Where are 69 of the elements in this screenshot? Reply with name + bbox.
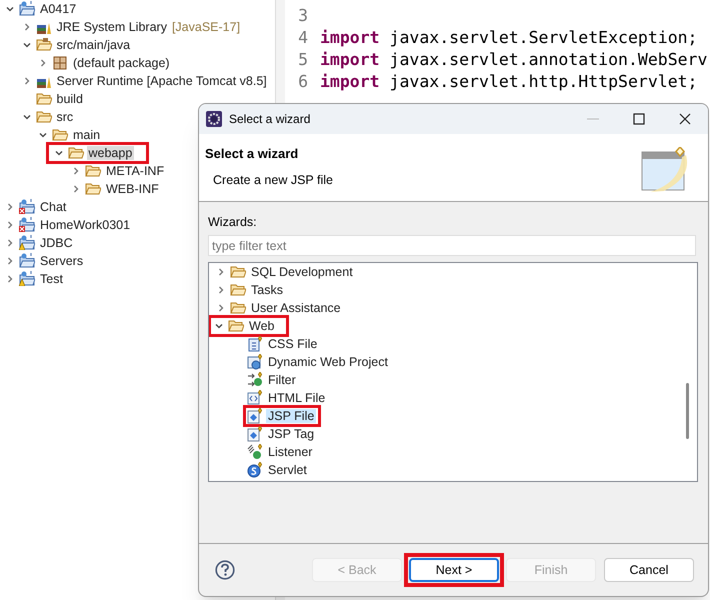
tree-item[interactable]: JDBC	[38, 236, 75, 250]
tree-item[interactable]: SQL Development	[249, 265, 355, 279]
listener-icon	[247, 444, 263, 460]
eclipse-icon	[206, 111, 222, 127]
close-icon[interactable]	[679, 113, 691, 125]
folder-icon	[230, 264, 246, 280]
code-line: import javax.servlet.annotation.WebServ	[319, 48, 708, 71]
tree-item[interactable]: Servers	[38, 254, 86, 268]
wizards-label: Wizards:	[208, 214, 258, 231]
scrollbar-thumb[interactable]	[686, 383, 689, 439]
line-number: 6	[297, 70, 309, 93]
html-file-icon	[247, 390, 263, 406]
filter-field[interactable]: type filter text	[208, 235, 696, 256]
source-folder-icon	[36, 37, 52, 53]
help-icon[interactable]	[215, 560, 235, 580]
tree-item[interactable]: Web	[247, 319, 276, 333]
tree-item[interactable]: main	[71, 128, 102, 142]
tree-item[interactable]: JSP Tag	[266, 427, 316, 441]
tree-item[interactable]: (default package)	[71, 56, 172, 70]
tree-item[interactable]: Filter	[266, 373, 298, 387]
dialog-button[interactable]: Cancel	[604, 558, 694, 582]
tree-item[interactable]: HomeWork0301	[38, 218, 132, 232]
tree-item[interactable]: CSS File	[266, 337, 320, 351]
tree-item[interactable]: META-INF	[104, 164, 166, 178]
dialog-button[interactable]: Next >	[409, 558, 499, 582]
tree-item[interactable]: HTML File	[266, 391, 328, 405]
tree-item[interactable]: src/main/java	[54, 38, 132, 52]
tree-item[interactable]: Test	[38, 272, 65, 286]
line-number: 5	[297, 48, 309, 71]
tree-item[interactable]: src	[54, 110, 76, 124]
header-description: Create a new JSP file	[212, 172, 333, 188]
filter-icon	[247, 372, 263, 388]
folder-icon	[228, 318, 244, 334]
line-number: 3	[297, 4, 309, 27]
code-line: import javax.servlet.ServletException;	[319, 26, 698, 49]
tree-item[interactable]: Server Runtime [Apache Tomcat v8.5]	[54, 74, 269, 88]
tree-item[interactable]: WEB-INF	[104, 182, 161, 196]
package-icon	[52, 55, 68, 71]
web-project-icon	[247, 354, 263, 370]
folder-icon	[36, 109, 52, 125]
dialog-title: Select a wizard	[229, 111, 310, 128]
tree-item-decoration: [JavaSE-17]	[172, 18, 240, 36]
maximize-icon[interactable]	[633, 113, 645, 125]
folder-icon	[36, 91, 52, 107]
folder-icon	[68, 145, 84, 161]
folder-icon	[230, 282, 246, 298]
jsp-file-icon	[247, 426, 263, 442]
servlet-icon	[247, 462, 263, 478]
tree-item[interactable]: User Assistance	[249, 301, 343, 315]
folder-icon	[85, 181, 101, 197]
tree-item[interactable]: A0417	[38, 2, 78, 16]
tree-item[interactable]: Dynamic Web Project	[266, 355, 390, 369]
tree-item[interactable]: Listener	[266, 445, 314, 459]
tree-item[interactable]: Tasks	[249, 283, 285, 297]
tree-item[interactable]: Servlet	[266, 463, 309, 477]
tree-item[interactable]: Chat	[38, 200, 68, 214]
tree-item[interactable]: JRE System Library	[54, 20, 169, 34]
header-title: Select a wizard	[205, 145, 300, 163]
css-file-icon	[247, 336, 263, 352]
jsp-file-icon	[247, 408, 263, 424]
tree-item[interactable]: JSP File	[266, 409, 316, 423]
tree-item[interactable]: build	[54, 92, 85, 106]
line-number: 4	[297, 26, 309, 49]
folder-icon	[85, 163, 101, 179]
tree-item[interactable]: webapp	[86, 146, 134, 160]
folder-icon	[230, 300, 246, 316]
minimize-icon	[587, 118, 599, 120]
code-line: import javax.servlet.http.HttpServlet;	[319, 70, 698, 93]
folder-icon	[52, 127, 68, 143]
